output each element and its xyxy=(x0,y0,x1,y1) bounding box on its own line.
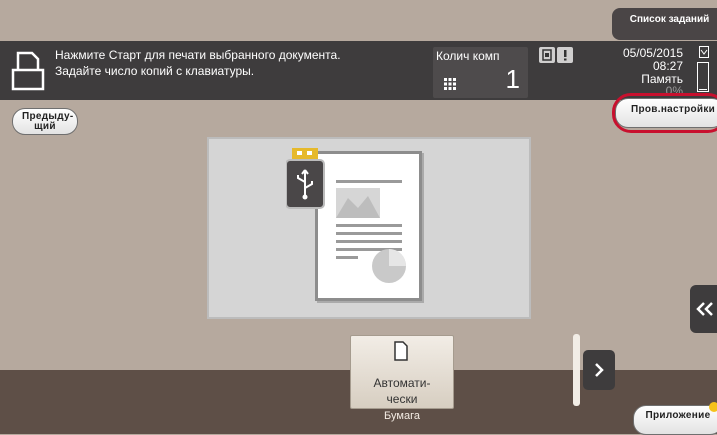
paper-button-label: Автомати-чески xyxy=(351,375,453,407)
job-list-button[interactable]: Список заданий xyxy=(612,8,717,40)
previous-button[interactable]: Предыду-щий xyxy=(12,108,78,135)
highlight-ring xyxy=(612,93,717,133)
applications-badge xyxy=(709,402,717,412)
previous-label: Предыду-щий xyxy=(22,111,74,132)
status-message-line2: Задайте число копий с клавиатуры. xyxy=(55,64,255,78)
usb-memory-icon xyxy=(286,148,325,209)
paper-icon xyxy=(394,341,408,361)
device-status-icon xyxy=(539,47,555,63)
chevron-right-icon xyxy=(595,363,604,377)
memory-gauge xyxy=(697,62,709,92)
divider xyxy=(573,334,580,406)
keypad-icon xyxy=(444,78,456,90)
status-message-line1: Нажмите Старт для печати выбранного доку… xyxy=(55,48,341,62)
paper-button-text: Автомати-чески xyxy=(373,376,431,406)
status-message: Нажмите Старт для печати выбранного доку… xyxy=(55,47,341,79)
memory-icon xyxy=(699,46,709,58)
document-preview xyxy=(315,151,422,301)
double-chevron-left-icon xyxy=(696,302,713,316)
status-bar: Нажмите Старт для печати выбранного доку… xyxy=(0,41,717,100)
copy-count-label: Колич комп xyxy=(436,49,500,63)
applications-label: Приложение xyxy=(645,410,711,421)
paper-caption: Бумага xyxy=(384,410,420,422)
next-button[interactable] xyxy=(583,350,615,390)
warning-icon xyxy=(557,47,573,63)
document-icon xyxy=(11,51,45,91)
side-panel-tab[interactable] xyxy=(690,285,717,333)
applications-button[interactable]: Приложение xyxy=(633,405,717,435)
job-list-label: Список заданий xyxy=(629,14,710,25)
document-content-icon xyxy=(336,180,406,283)
copy-count-value: 1 xyxy=(505,64,520,94)
